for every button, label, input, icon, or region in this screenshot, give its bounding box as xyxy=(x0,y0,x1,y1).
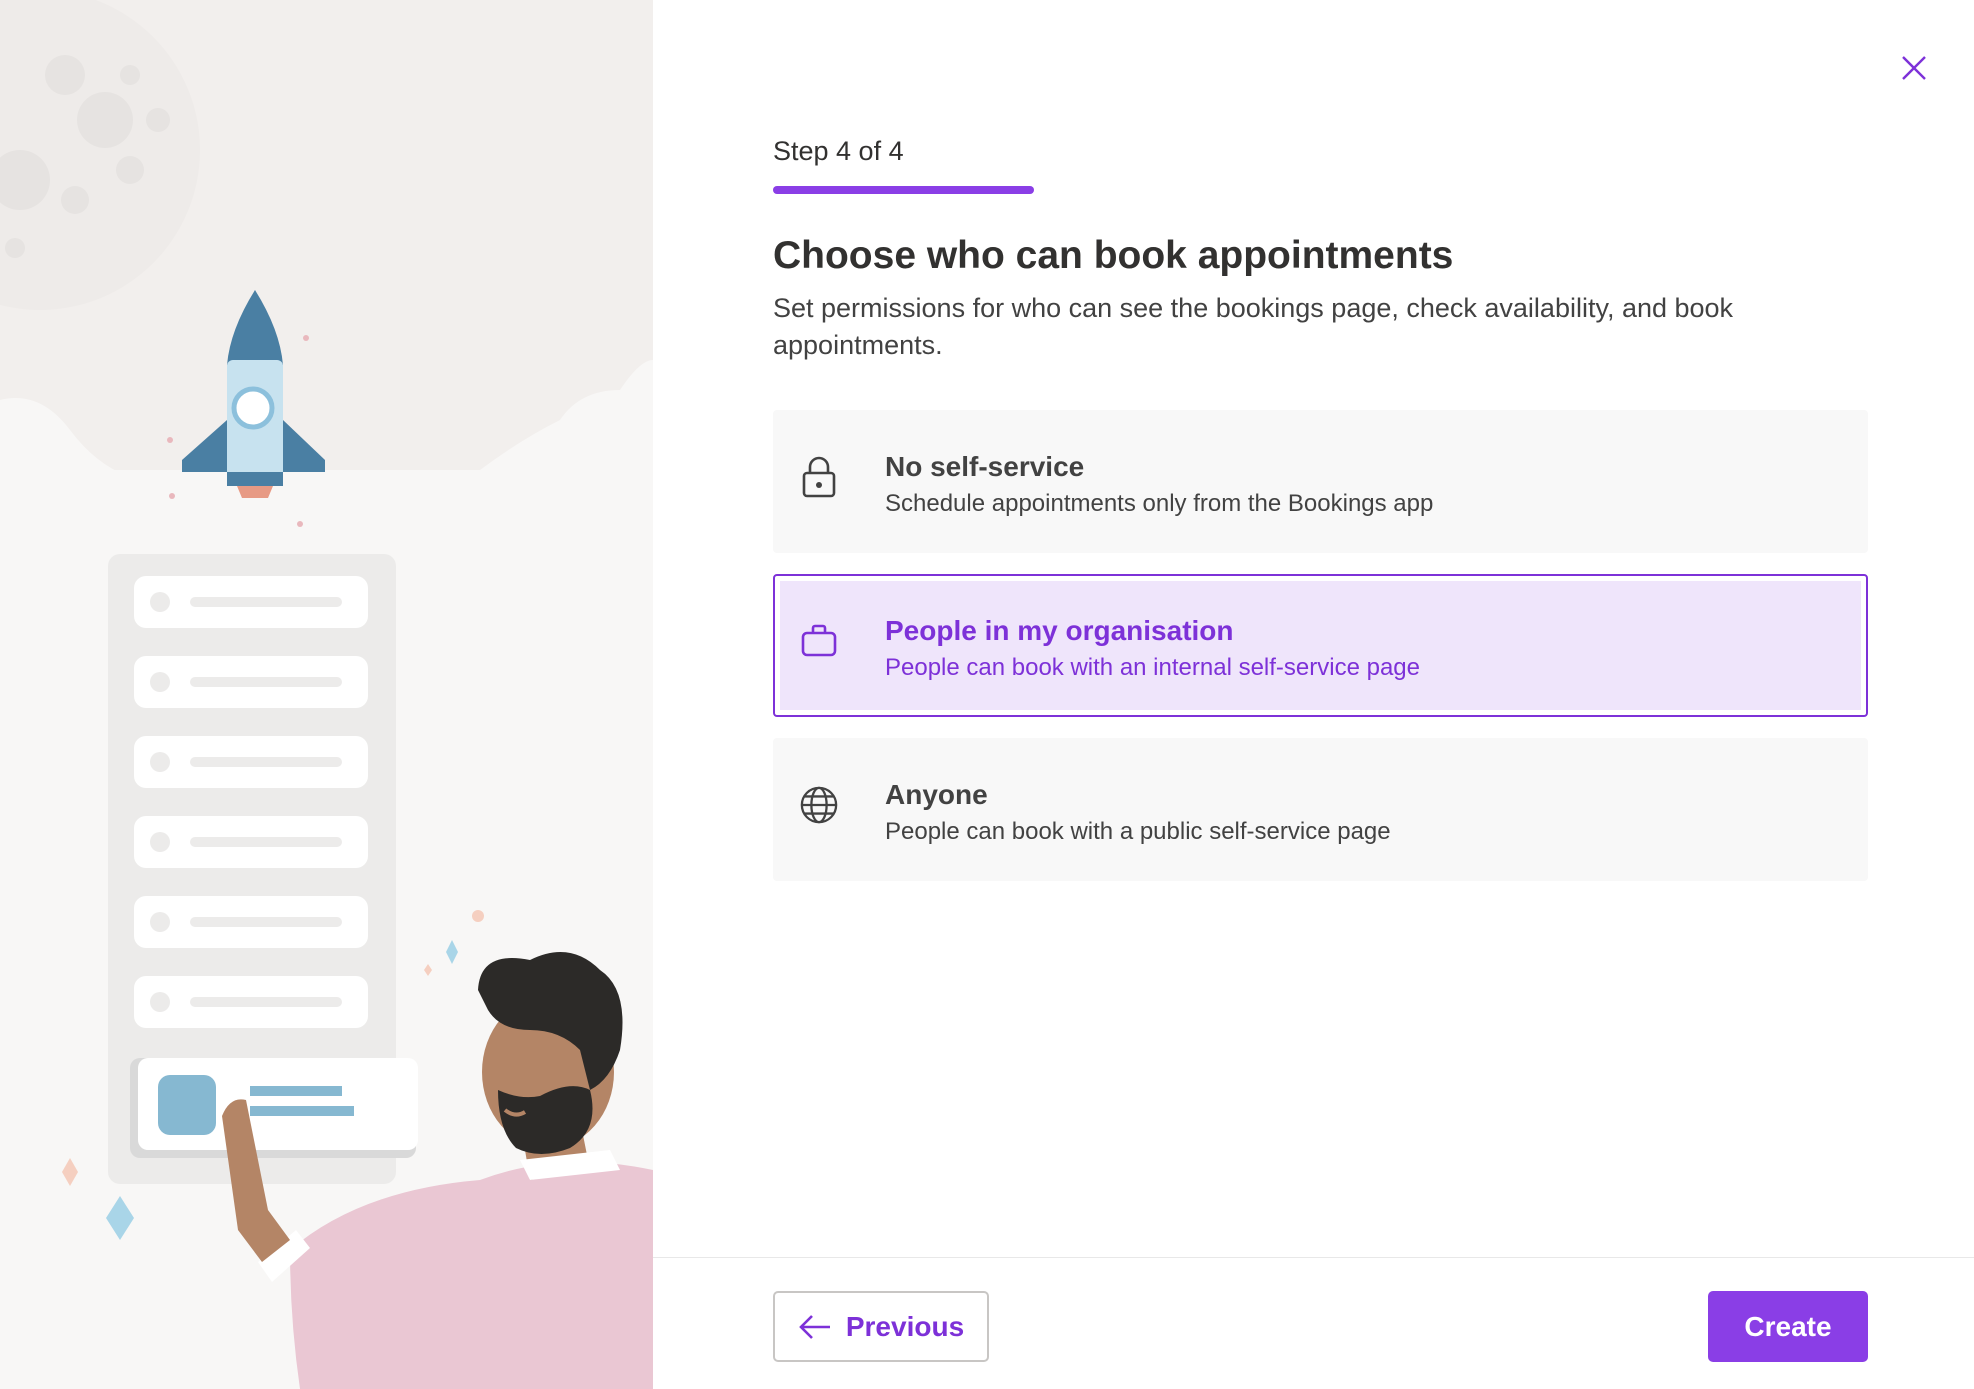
globe-icon xyxy=(799,780,839,830)
create-button[interactable]: Create xyxy=(1708,1291,1868,1362)
option-description: People can book with a public self-servi… xyxy=(885,818,1391,845)
create-button-label: Create xyxy=(1744,1310,1832,1342)
option-description: Schedule appointments only from the Book… xyxy=(885,490,1434,517)
option-title: People in my organisation xyxy=(885,615,1234,646)
option-no-self-service[interactable]: No self-service Schedule appointments on… xyxy=(773,410,1868,553)
arrow-left-icon xyxy=(799,1314,830,1339)
footer-divider xyxy=(653,1257,1974,1258)
step-label: Step 4 of 4 xyxy=(773,136,904,166)
option-people-in-my-organisation[interactable]: People in my organisation People can boo… xyxy=(773,574,1868,717)
option-description: People can book with an internal self-se… xyxy=(885,654,1420,681)
option-title: No self-service xyxy=(885,451,1085,482)
progress-fill xyxy=(773,186,1034,194)
progress-bar xyxy=(773,186,1034,194)
previous-button-label: Previous xyxy=(845,1310,965,1342)
briefcase-icon xyxy=(799,616,839,666)
option-anyone[interactable]: Anyone People can book with a public sel… xyxy=(773,738,1868,881)
rocket-illustration xyxy=(0,0,653,1389)
illustration xyxy=(0,0,653,1389)
close-icon xyxy=(1902,56,1926,80)
option-title: Anyone xyxy=(885,779,988,810)
previous-button[interactable]: Previous xyxy=(773,1291,989,1362)
page-title: Choose who can book appointments xyxy=(773,234,1454,277)
lock-icon xyxy=(799,452,839,502)
page-description: Set permissions for who can see the book… xyxy=(773,293,1734,360)
close-button[interactable] xyxy=(1894,48,1934,88)
